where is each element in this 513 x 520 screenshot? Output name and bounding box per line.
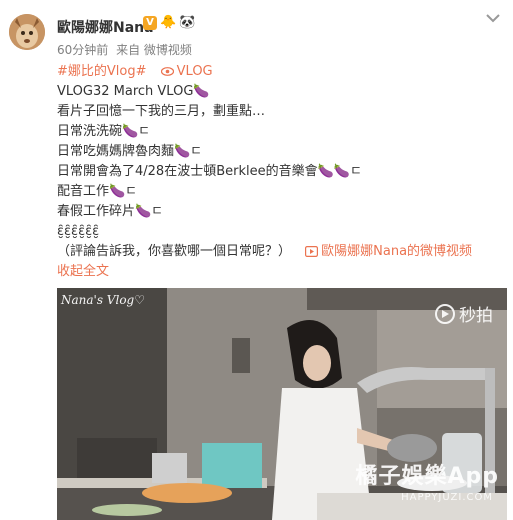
username[interactable]: 歐陽娜娜Nana: [57, 17, 154, 37]
play-icon: [435, 303, 455, 324]
question-line: （評論告訴我，你喜歡哪一個日常呢？） 歐陽娜娜Nana的微博视频: [57, 242, 503, 262]
video-player[interactable]: Nana's Vlog♡ 秒拍 橘子娛樂App HAPPYJUZI.COM: [57, 288, 507, 520]
handwritten-overlay: Nana's Vlog♡: [61, 293, 145, 307]
post-timestamp[interactable]: 60分钟前: [57, 43, 108, 57]
post-body: #娜比的Vlog# VLOG VLOG32 March VLOG🍆 看片子回憶一…: [57, 62, 503, 282]
post-source[interactable]: 来自 微博视频: [116, 43, 192, 57]
question-text: （評論告訴我，你喜歡哪一個日常呢？）: [57, 244, 292, 259]
topic-line: #娜比的Vlog# VLOG: [57, 62, 503, 82]
avatar[interactable]: [9, 14, 45, 50]
vlog-tag-link[interactable]: VLOG: [160, 64, 213, 79]
miaopai-label: 秒拍: [459, 306, 493, 326]
collapse-line: 收起全文: [57, 262, 503, 282]
post-meta: 60分钟前 来自 微博视频: [57, 41, 196, 58]
site-watermark: 橘子娛樂App: [355, 464, 499, 489]
chick-emoji: 🐥: [160, 15, 177, 30]
verified-v-icon[interactable]: V: [143, 16, 157, 30]
site-url-watermark: HAPPYJUZI.COM: [401, 492, 493, 503]
weibo-post: 歐陽娜娜Nana V 🐥 🐼 60分钟前 来自 微博视频 #娜比的Vlog# V…: [0, 0, 513, 520]
user-badges: V 🐥 🐼: [143, 15, 195, 31]
miaopai-watermark: 秒拍: [435, 301, 493, 326]
post-line: ԑ̮̑ԑ̮̑ԑ̮̑ԑ̮̑ԑ̮̑ԑ̮̑: [57, 224, 100, 239]
post-line: 日常吃媽媽牌魯肉麵🍆ㄷ: [57, 144, 203, 159]
post-line: 日常洗洗碗🍆ㄷ: [57, 124, 151, 139]
post-line: 看片子回憶一下我的三月，劃重點…: [57, 104, 266, 119]
collapse-button[interactable]: 收起全文: [57, 264, 109, 279]
eye-icon: [160, 67, 174, 76]
chevron-down-icon[interactable]: [485, 12, 501, 24]
post-line: 春假工作碎片🍆ㄷ: [57, 204, 164, 219]
video-source-label: 歐陽娜娜Nana的微博视频: [321, 244, 473, 259]
topic-link[interactable]: #娜比的Vlog#: [57, 64, 147, 79]
post-line: 配音工作🍆ㄷ: [57, 184, 138, 199]
vlog-tag-label: VLOG: [176, 64, 213, 79]
video-source-link[interactable]: 歐陽娜娜Nana的微博视频: [295, 244, 472, 259]
panda-emoji: 🐼: [179, 15, 196, 30]
post-line: 日常開會為了4/28在波士頓Berklee的音樂會🍆🍆ㄷ: [57, 164, 362, 179]
video-link-icon: [305, 246, 319, 258]
post-line: VLOG32 March VLOG🍆: [57, 84, 210, 99]
